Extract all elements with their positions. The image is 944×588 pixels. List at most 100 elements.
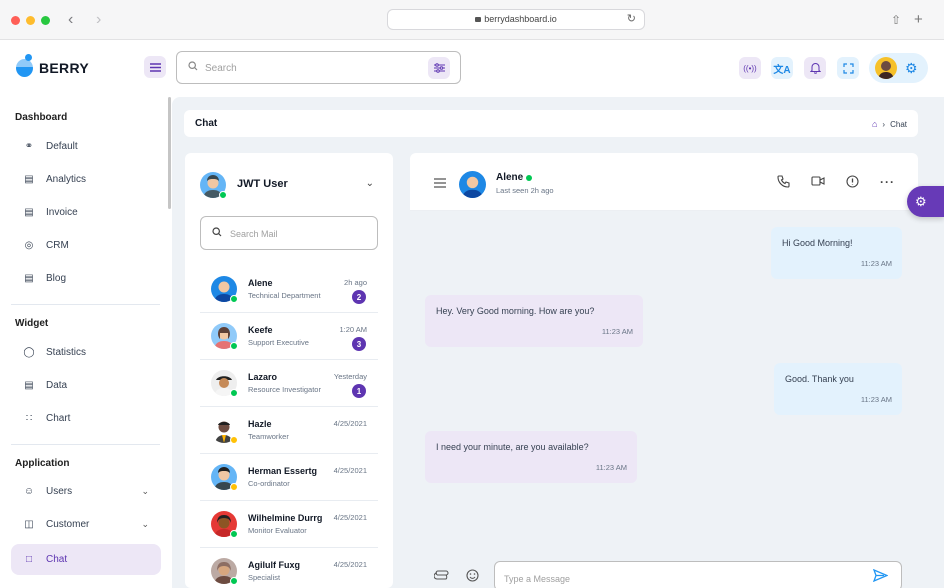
contact-list-item[interactable]: Lazaro Resource Investigator Yesterday 1 bbox=[200, 360, 378, 407]
contact-role: Teamworker bbox=[248, 432, 289, 441]
sidebar-item-label: Chart bbox=[46, 413, 71, 424]
unread-badge: 3 bbox=[352, 337, 366, 351]
sidebar-item-users[interactable]: ☺ Users ⌄ bbox=[11, 476, 161, 507]
more-dots-icon[interactable]: ··· bbox=[880, 175, 895, 189]
contact-list-item[interactable]: Alene Technical Department 2h ago 2 bbox=[200, 266, 378, 313]
message-bubble-incoming: Hey. Very Good morning. How are you? 11:… bbox=[425, 295, 643, 347]
contact-role: Technical Department bbox=[248, 291, 321, 300]
language-button[interactable]: 文A bbox=[771, 57, 793, 79]
settings-gear-icon[interactable]: ⚙ bbox=[905, 60, 918, 76]
sidebar-item-default[interactable]: ⚭ Default bbox=[11, 131, 161, 162]
sidebar-item-blog[interactable]: ▤ Blog bbox=[11, 263, 161, 294]
sidebar-item-label: Data bbox=[46, 380, 68, 391]
search-input[interactable] bbox=[205, 59, 405, 77]
online-status-dot bbox=[526, 175, 532, 181]
profile-menu-button[interactable]: ⚙ bbox=[869, 53, 928, 83]
contact-time: 4/25/2021 bbox=[333, 419, 367, 428]
sidebar-item-label: Analytics bbox=[46, 174, 87, 185]
sidebar-item-chart[interactable]: ∷ Chart bbox=[11, 403, 161, 434]
breadcrumb: Chat ⌂ › Chat bbox=[184, 110, 918, 137]
filter-settings-button[interactable] bbox=[428, 57, 450, 79]
contact-name: Herman Essertg bbox=[248, 466, 318, 476]
current-user-selector[interactable]: JWT User ⌄ bbox=[200, 172, 380, 199]
zoom-window-button[interactable] bbox=[41, 16, 50, 25]
contact-role: Co-ordinator bbox=[248, 479, 290, 488]
video-call-icon[interactable] bbox=[811, 175, 825, 190]
contact-list-item[interactable]: Herman Essertg Co-ordinator 4/25/2021 bbox=[200, 454, 378, 501]
contact-time: 4/25/2021 bbox=[333, 560, 367, 569]
message-text: Hi Good Morning! bbox=[782, 238, 853, 248]
contact-time: 1:20 AM bbox=[339, 325, 367, 334]
plus-icon[interactable]: + bbox=[914, 10, 923, 30]
search-icon bbox=[188, 61, 198, 74]
chevron-left-icon[interactable]: ‹ bbox=[68, 10, 73, 30]
search-icon bbox=[212, 227, 222, 240]
brand-logo[interactable]: BERRY bbox=[16, 54, 89, 81]
phone-call-icon[interactable] bbox=[777, 175, 790, 191]
home-icon[interactable]: ⌂ bbox=[872, 119, 877, 129]
brand-name: BERRY bbox=[39, 60, 89, 76]
contact-list-item[interactable]: Hazle Teamworker 4/25/2021 bbox=[200, 407, 378, 454]
article-icon: ▤ bbox=[24, 273, 34, 284]
contact-list-item[interactable]: Agilulf Fuxg Specialist 4/25/2021 bbox=[200, 548, 378, 588]
send-icon[interactable] bbox=[872, 568, 889, 584]
sidebar-item-label: Default bbox=[46, 141, 78, 152]
sidebar-divider bbox=[11, 304, 160, 305]
online-status-dot bbox=[219, 191, 227, 199]
contact-name: Keefe bbox=[248, 325, 273, 335]
theme-customizer-button[interactable]: ⚙ bbox=[907, 186, 944, 217]
sidebar-item-statistics[interactable]: ◯ Statistics bbox=[11, 337, 161, 368]
chart-arcs-icon: ◯ bbox=[23, 347, 35, 358]
sidebar-item-label: CRM bbox=[46, 240, 69, 251]
chat-message-area: Hi Good Morning! 11:23 AM Hey. Very Good… bbox=[410, 211, 918, 588]
share-icon[interactable]: ⇧ bbox=[891, 10, 901, 30]
url-bar[interactable]: berrydashboard.io ↻ bbox=[387, 9, 645, 30]
sidebar-item-chat[interactable]: □ Chat bbox=[11, 544, 161, 575]
notification-button[interactable] bbox=[804, 57, 826, 79]
sidebar-item-customer[interactable]: ◫ Customer ⌄ bbox=[11, 509, 161, 540]
mail-search bbox=[200, 216, 378, 250]
lock-icon bbox=[475, 17, 482, 22]
basket-icon: ◫ bbox=[24, 519, 34, 530]
search-mail-input[interactable] bbox=[230, 225, 370, 243]
message-text: Hey. Very Good morning. How are you? bbox=[436, 306, 595, 316]
message-input[interactable] bbox=[504, 570, 844, 588]
contact-list-item[interactable]: Keefe Support Executive 1:20 AM 3 bbox=[200, 313, 378, 360]
contact-time: Yesterday bbox=[333, 372, 367, 381]
sidebar-item-analytics[interactable]: ▤ Analytics bbox=[11, 164, 161, 195]
sidebar-item-label: Blog bbox=[46, 273, 67, 284]
dashboard-gauge-icon: ⚭ bbox=[24, 141, 34, 152]
chevron-right-icon[interactable]: › bbox=[96, 10, 101, 30]
sidebar-item-invoice[interactable]: ▤ Invoice bbox=[11, 197, 161, 228]
message-time: 11:23 AM bbox=[860, 259, 892, 268]
chat-contact-name: Alene bbox=[496, 172, 524, 183]
sidebar-toggle-button[interactable] bbox=[144, 56, 166, 78]
chart-infographic-icon: ∷ bbox=[25, 413, 33, 424]
contact-list-item[interactable]: Wilhelmine Durrg Monitor Evaluator 4/25/… bbox=[200, 501, 378, 548]
user-check-icon: ☺ bbox=[23, 486, 35, 497]
app-header: BERRY ((•)) 文A ⚙ bbox=[0, 41, 944, 97]
sidebar: Dashboard ⚭ Default ▤ Analytics ▤ Invoice ◎… bbox=[0, 97, 172, 588]
sidebar-item-data[interactable]: ▤ Data bbox=[11, 370, 161, 401]
chat-drawer-toggle[interactable] bbox=[434, 177, 446, 191]
info-circle-icon[interactable] bbox=[846, 175, 859, 191]
chevron-down-icon: ⌄ bbox=[365, 178, 374, 189]
sidebar-item-label: Invoice bbox=[46, 207, 78, 218]
reload-icon[interactable]: ↻ bbox=[627, 10, 636, 29]
chat-panel: Alene Last seen 2h ago ··· Hi Good Morni… bbox=[410, 153, 918, 588]
paperclip-icon[interactable] bbox=[433, 569, 449, 583]
sidebar-item-crm[interactable]: ◎ CRM bbox=[11, 230, 161, 261]
emoji-icon[interactable] bbox=[466, 569, 479, 585]
online-status-dot bbox=[230, 577, 238, 585]
url-text: berrydashboard.io bbox=[484, 14, 557, 24]
minimize-window-button[interactable] bbox=[26, 16, 35, 25]
breadcrumb-separator-icon: › bbox=[882, 119, 886, 129]
sidebar-heading-application: Application bbox=[15, 458, 70, 469]
header-search bbox=[176, 51, 461, 84]
chevron-down-icon: ⌄ bbox=[141, 519, 149, 529]
online-status-dot bbox=[230, 530, 238, 538]
live-customization-button[interactable]: ((•)) bbox=[739, 57, 761, 79]
sidebar-scrollbar[interactable] bbox=[168, 97, 171, 209]
fullscreen-button[interactable] bbox=[837, 57, 859, 79]
close-window-button[interactable] bbox=[11, 16, 20, 25]
